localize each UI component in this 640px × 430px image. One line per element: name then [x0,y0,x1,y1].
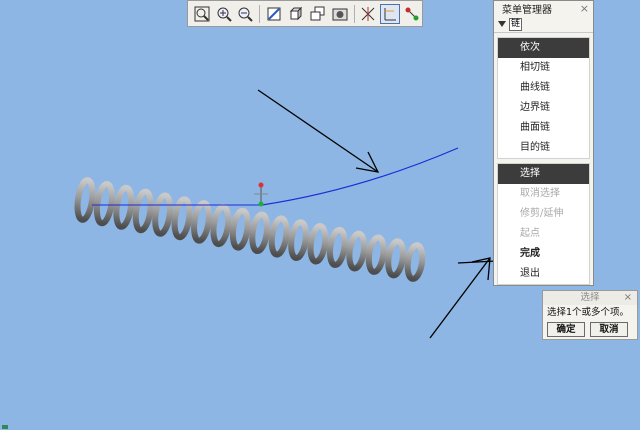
chain-type-group: 依次 相切链 曲线链 边界链 曲面链 目的链 [497,37,590,159]
menu-item-curve-chain[interactable]: 曲线链 [498,78,589,98]
status-indicator [2,425,8,429]
spring-coil [326,226,348,268]
spring-coil [74,177,96,223]
csys-marker [254,182,268,207]
annotation-arrow-lower [429,257,491,339]
close-icon[interactable]: × [580,2,589,15]
menu-manager-title: 菜单管理器 [502,5,552,16]
collapse-triangle-icon[interactable] [498,20,507,28]
select-dialog: 选择 × 选择1个或多个项。 确定 取消 [542,290,638,340]
spring-coil [132,188,154,234]
spring-coil [152,192,174,237]
view-toolbar [187,0,423,27]
spring-coil [365,234,387,275]
spring-coil [191,200,212,244]
repaint-icon[interactable] [264,4,284,24]
spring-coil [288,219,309,262]
spring-coil [249,211,271,255]
select-dialog-buttons: 确定 取消 [543,320,637,339]
select-dialog-title: 选择 [580,292,600,303]
spring-coil [404,242,426,282]
menu-item-intent-chain[interactable]: 目的链 [498,138,589,158]
spring-coil [93,180,115,227]
saved-views-icon[interactable] [308,4,328,24]
menu-item-unselect: 取消选择 [520,188,560,199]
cancel-button[interactable]: 取消 [590,322,628,337]
toolbar-separator [259,4,261,23]
toolbar-separator [353,4,355,23]
spring-coil [171,196,193,241]
menu-manager-titlebar: 菜单管理器 × [494,1,593,16]
menu-item-quit[interactable]: 退出 [498,264,589,284]
datum-planes-icon[interactable] [359,4,379,24]
menu-item-tangent-chain[interactable]: 相切链 [498,58,589,78]
datum-axes-icon[interactable] [380,3,401,24]
spring-coil [210,203,232,248]
chain-menu-header[interactable]: 链 [494,16,593,33]
view-orient-icon[interactable] [286,4,306,24]
zoom-fit-icon[interactable] [192,4,212,24]
select-dialog-titlebar: 选择 × [543,291,637,305]
action-group: 选择 取消选择 修剪/延伸 起点 完成 退出 [497,163,590,285]
annotation-arrow-upper [257,89,380,173]
menu-item-boundary-chain[interactable]: 边界链 [498,98,589,118]
menu-item-surface-chain[interactable]: 曲面链 [498,118,589,138]
menu-item-done[interactable]: 完成 [498,244,589,264]
display-style-icon[interactable] [330,4,350,24]
menu-item-trim-extend: 修剪/延伸 [520,208,564,219]
spring-coil [307,223,329,265]
zoom-in-icon[interactable] [214,4,234,24]
menu-item-select[interactable]: 选择 [498,164,589,184]
spring-coil [113,184,135,230]
close-icon[interactable]: × [624,291,632,305]
chain-menu-label: 链 [509,17,523,31]
spring-coil [346,230,368,272]
menu-item-start-point: 起点 [520,228,540,239]
sketched-curve[interactable] [261,147,459,206]
ok-button[interactable]: 确定 [547,322,585,337]
zoom-out-icon[interactable] [236,4,256,24]
datum-points-icon[interactable] [402,4,422,24]
spring-coil [385,238,406,279]
spring-coil [229,207,251,251]
menu-manager-panel: 菜单管理器 × 链 依次 相切链 曲线链 边界链 曲面链 目的链 选择 取消选择… [493,0,594,286]
menu-item-one-by-one[interactable]: 依次 [498,38,589,58]
spring-coil [268,215,290,258]
spring-model[interactable] [74,177,426,282]
select-dialog-prompt: 选择1个或多个项。 [547,307,630,318]
